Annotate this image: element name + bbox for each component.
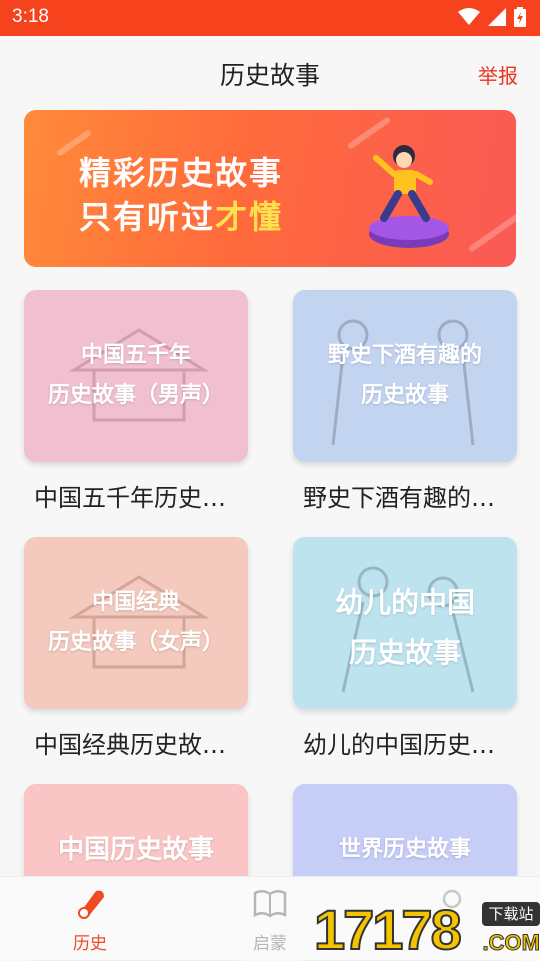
banner-stripe (467, 213, 516, 253)
tab-enlightenment[interactable]: 启蒙 (225, 877, 315, 961)
banner-line-2-highlight: 才懂 (215, 198, 284, 236)
album-title: 中国经典历史故… (34, 731, 226, 759)
album-cover-title: 中国五千年 (80, 343, 191, 368)
album-cover: 幼儿的中国 历史故事 (293, 537, 517, 709)
banner-line-2-prefix: 只有听过 (79, 198, 216, 236)
watermark-number: 17178 (313, 898, 463, 961)
watermark-badge: 下载站 (482, 902, 540, 926)
signal-icon (488, 8, 506, 26)
battery-icon (514, 7, 526, 27)
tab-history[interactable]: 历史 (45, 877, 135, 961)
album-card[interactable]: 幼儿的中国 历史故事 幼儿的中国历史… (293, 537, 517, 760)
app-header: 历史故事 举报 (0, 36, 540, 112)
wifi-icon (458, 8, 480, 25)
album-cover: 中国五千年 历史故事（男声） (24, 290, 248, 462)
album-cover-title: 世界历史故事 (338, 837, 471, 862)
album-cover-subtitle: 历史故事（男声） (47, 383, 224, 408)
report-button[interactable]: 举报 (478, 60, 518, 89)
banner-line-2: 只有听过才懂 (79, 192, 283, 238)
banner-line-1: 精彩历史故事 (79, 154, 284, 192)
status-time: 3:18 (12, 6, 49, 27)
album-cover-title: 中国经典 (91, 590, 180, 615)
figures-illustration (341, 566, 475, 693)
tab-history-label: 历史 (73, 934, 107, 954)
album-cover-subtitle: 历史故事（女声） (47, 630, 224, 655)
album-title: 野史下酒有趣的… (303, 484, 495, 512)
scroll-icon (78, 890, 104, 919)
page-title: 历史故事 (219, 61, 320, 90)
promo-banner[interactable]: 精彩历史故事 只有听过才懂 (24, 110, 516, 267)
album-card[interactable]: 中国经典 历史故事（女声） 中国经典历史故… (24, 537, 248, 760)
dancing-person-illustration (369, 145, 449, 248)
album-cover: 中国经典 历史故事（女声） (24, 537, 248, 709)
album-card[interactable]: 中国五千年 历史故事（男声） 中国五千年历史… (24, 290, 248, 513)
album-cover-subtitle: 历史故事 (348, 636, 461, 669)
tab-enlightenment-label: 启蒙 (253, 934, 287, 954)
album-card[interactable]: 野史下酒有趣的 历史故事 野史下酒有趣的… (293, 290, 517, 513)
watermark-suffix: .COM (482, 930, 540, 956)
open-book-icon (253, 890, 287, 918)
album-cover: 野史下酒有趣的 历史故事 (293, 290, 517, 462)
status-bar: 3:18 (0, 0, 540, 36)
album-cover-title: 幼儿的中国 (334, 586, 475, 619)
album-cover-title: 中国历史故事 (57, 835, 214, 865)
site-watermark: 17178 下载站 .COM (313, 898, 540, 961)
album-title: 中国五千年历史… (34, 484, 226, 512)
album-cover-subtitle: 历史故事 (360, 383, 449, 408)
album-title: 幼儿的中国历史… (303, 731, 495, 759)
status-icons (458, 7, 526, 27)
album-cover-title: 野史下酒有趣的 (327, 343, 482, 368)
